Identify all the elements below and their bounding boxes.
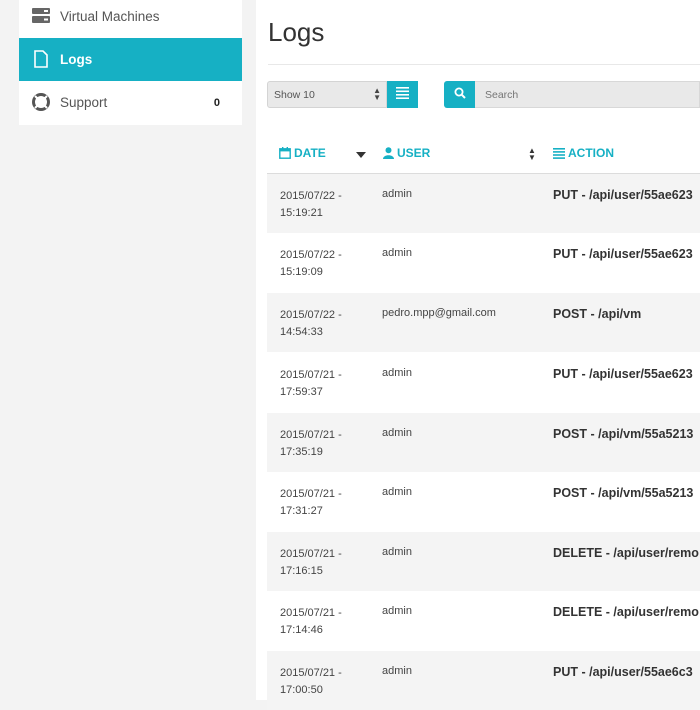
date-cell: 2015/07/22 -15:19:21: [280, 190, 342, 219]
search-icon: [454, 86, 466, 104]
user-cell: admin: [382, 546, 412, 558]
action-cell: PUT - /api/user/55ae6c3: [553, 665, 693, 679]
support-count-badge: 0: [213, 96, 220, 109]
user-cell: pedro.mpp@gmail.com: [382, 307, 496, 319]
date-cell: 2015/07/22 -14:54:33: [280, 309, 342, 338]
sidebar-item-label: Virtual Machines: [60, 9, 160, 24]
date-cell: 2015/07/21 -17:14:46: [280, 607, 342, 636]
sort-icon[interactable]: ▲ ▼: [528, 147, 536, 162]
page-title: Logs: [268, 17, 325, 47]
list-icon: [553, 147, 565, 159]
sidebar-item-virtual-machines[interactable]: Virtual Machines: [19, 0, 242, 38]
search-input[interactable]: [475, 81, 700, 108]
page-size-value: Show 10: [274, 89, 315, 101]
action-cell: PUT - /api/user/55ae623: [553, 247, 693, 261]
user-cell: admin: [382, 427, 412, 439]
sort-desc-icon[interactable]: [356, 152, 366, 158]
table-row[interactable]: 2015/07/21 -17:16:15 admin DELETE - /api…: [267, 532, 700, 591]
user-icon: [383, 147, 394, 159]
column-header-label: USER: [397, 146, 431, 160]
sidebar-item-logs[interactable]: Logs: [19, 38, 242, 81]
list-view-button[interactable]: [387, 81, 418, 108]
action-cell: POST - /api/vm/55a5213: [553, 486, 694, 500]
column-header-label: ACTION: [568, 146, 614, 160]
table-row[interactable]: 2015/07/21 -17:35:19 admin POST - /api/v…: [267, 413, 700, 472]
action-cell: PUT - /api/user/55ae623: [553, 188, 693, 202]
search-button[interactable]: [444, 81, 475, 108]
date-cell: 2015/07/21 -17:59:37: [280, 369, 342, 398]
table-row[interactable]: 2015/07/22 -15:19:09 admin PUT - /api/us…: [267, 233, 700, 292]
action-cell: POST - /api/vm/55a5213: [553, 427, 694, 441]
action-cell: DELETE - /api/user/remo: [553, 546, 699, 560]
user-cell: admin: [382, 188, 412, 200]
page-size-select[interactable]: Show 10 ▲ ▼: [267, 81, 387, 108]
user-cell: admin: [382, 665, 412, 677]
table-row[interactable]: 2015/07/22 -15:19:21 admin PUT - /api/us…: [267, 174, 700, 233]
calendar-icon: [279, 147, 291, 159]
select-arrows-icon: ▲ ▼: [373, 86, 381, 102]
user-cell: admin: [382, 486, 412, 498]
date-cell: 2015/07/22 -15:19:09: [280, 249, 342, 278]
date-cell: 2015/07/21 -17:31:27: [280, 488, 342, 517]
table-row[interactable]: 2015/07/21 -17:59:37 admin PUT - /api/us…: [267, 353, 700, 412]
table-row[interactable]: 2015/07/21 -17:00:50 admin PUT - /api/us…: [267, 651, 700, 710]
user-cell: admin: [382, 367, 412, 379]
lifebuoy-icon: [32, 92, 50, 112]
table-row[interactable]: 2015/07/21 -17:31:27 admin POST - /api/v…: [267, 472, 700, 531]
server-icon: [32, 6, 50, 26]
user-cell: admin: [382, 605, 412, 617]
date-cell: 2015/07/21 -17:16:15: [280, 548, 342, 577]
date-cell: 2015/07/21 -17:00:50: [280, 667, 342, 696]
action-cell: DELETE - /api/user/remo: [553, 605, 699, 619]
column-header-label: DATE: [294, 146, 326, 160]
divider: [268, 64, 700, 65]
column-header-date[interactable]: DATE: [279, 146, 326, 160]
user-cell: admin: [382, 247, 412, 259]
sidebar-item-label: Support: [60, 95, 108, 110]
column-header-action[interactable]: ACTION: [553, 146, 614, 160]
action-cell: PUT - /api/user/55ae623: [553, 367, 693, 381]
table-row[interactable]: 2015/07/22 -14:54:33 pedro.mpp@gmail.com…: [267, 293, 700, 352]
sidebar: Virtual Machines Logs Support 0: [19, 0, 242, 125]
action-cell: POST - /api/vm: [553, 307, 642, 321]
sidebar-item-support[interactable]: Support 0: [19, 81, 242, 124]
date-cell: 2015/07/21 -17:35:19: [280, 429, 342, 458]
document-icon: [32, 49, 50, 69]
list-icon: [396, 86, 409, 104]
table-row[interactable]: 2015/07/21 -17:14:46 admin DELETE - /api…: [267, 591, 700, 650]
sidebar-item-label: Logs: [60, 52, 93, 67]
column-header-user[interactable]: USER: [383, 146, 430, 160]
main-panel: Logs Show 10 ▲▼ DATE USER ▲▼ ACTION: [256, 0, 700, 710]
